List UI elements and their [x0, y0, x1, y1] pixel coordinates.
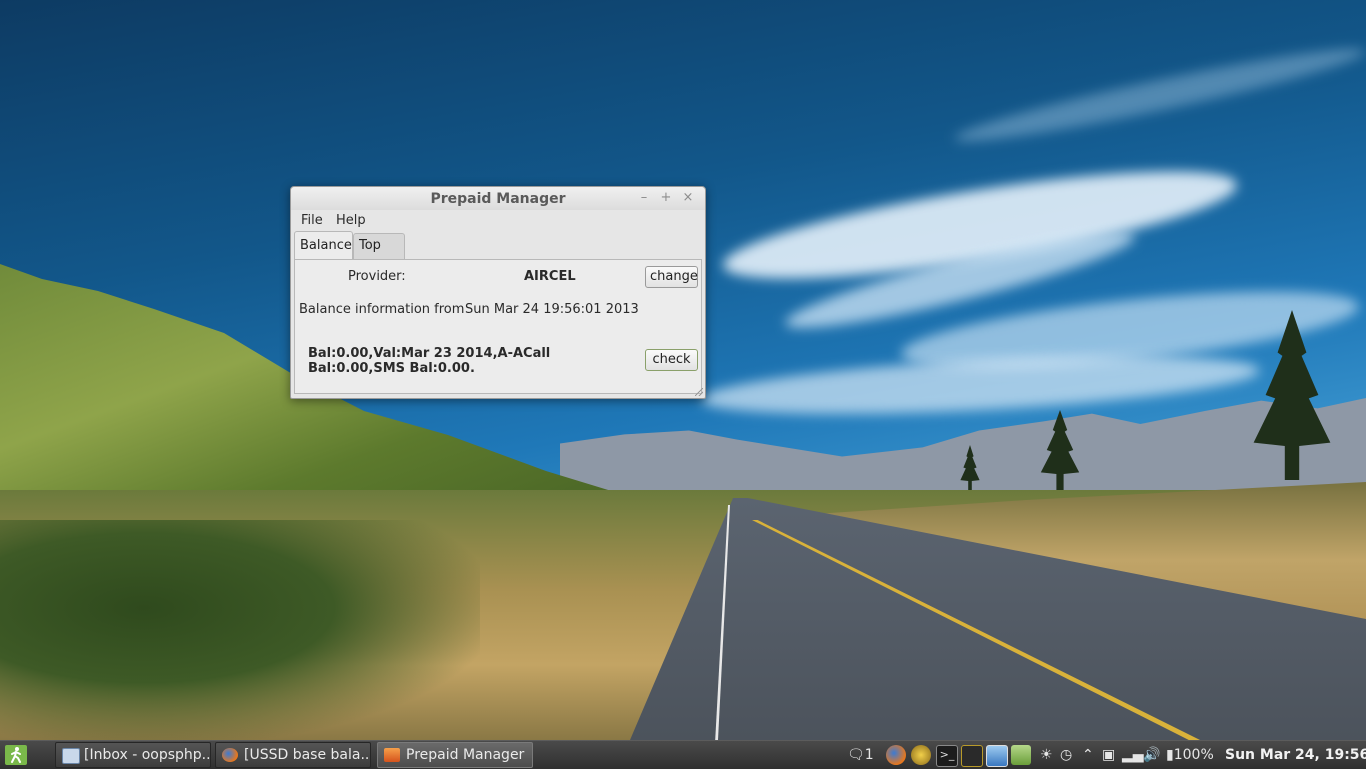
usb-drive-icon[interactable]: ▣: [1102, 745, 1115, 765]
close-button[interactable]: ×: [680, 190, 696, 206]
minimize-button[interactable]: –: [636, 190, 652, 206]
menu-file[interactable]: File: [301, 213, 323, 228]
chat-bubble-icon: 🗨: [847, 747, 865, 763]
taskbar: [Inbox - oopsphp... [USSD base bala... P…: [0, 740, 1366, 769]
terminal-icon[interactable]: >_: [936, 745, 958, 767]
screenshot-icon[interactable]: [986, 745, 1008, 767]
battery-percentage: 100%: [1173, 747, 1214, 763]
tab-top-up[interactable]: Top up: [353, 233, 405, 277]
brightness-icon[interactable]: ☀: [1040, 745, 1053, 765]
clock-icon[interactable]: ◷: [1060, 745, 1072, 765]
battery-icon: ▮: [1166, 747, 1174, 763]
provider-label: Provider:: [348, 269, 406, 284]
folder-icon[interactable]: [1011, 745, 1031, 765]
window-titlebar[interactable]: Prepaid Manager – + ×: [291, 187, 705, 210]
balance-panel: Provider: AIRCEL change Balance informat…: [294, 259, 702, 394]
run-icon: [5, 745, 27, 765]
check-balance-button[interactable]: check: [645, 349, 698, 371]
balance-info-timestamp: Sun Mar 24 19:56:01 2013: [465, 302, 639, 317]
menu-button[interactable]: [4, 744, 30, 766]
signal-strength-icon[interactable]: ▂▄: [1122, 745, 1144, 765]
firefox-icon[interactable]: [886, 745, 906, 765]
battery-indicator[interactable]: ▮100%: [1166, 745, 1214, 765]
task-label: [Inbox - oopsphp...: [84, 747, 211, 763]
message-indicator[interactable]: 🗨1: [847, 745, 874, 765]
menu-bar: File Help: [291, 210, 705, 232]
taskbar-item-ussd[interactable]: [USSD base bala...: [215, 742, 371, 768]
pidgin-icon[interactable]: [911, 745, 931, 765]
provider-value: AIRCEL: [524, 269, 576, 284]
mail-client-icon: [62, 748, 80, 764]
resize-grip[interactable]: [695, 388, 703, 396]
taskbar-item-prepaid-manager[interactable]: Prepaid Manager: [377, 742, 533, 768]
menu-help[interactable]: Help: [336, 213, 366, 228]
maximize-button[interactable]: +: [658, 190, 674, 206]
change-provider-button[interactable]: change: [645, 266, 698, 288]
task-label: Prepaid Manager: [406, 747, 525, 763]
firefox-icon: [222, 748, 238, 762]
tab-bar: Balance Top up: [294, 231, 702, 277]
prepaid-manager-window: Prepaid Manager – + × File Help Balance …: [290, 186, 706, 399]
tab-balance[interactable]: Balance: [294, 231, 353, 260]
chevron-up-icon[interactable]: ⌃: [1082, 745, 1094, 765]
balance-info-label: Balance information from: [299, 302, 465, 317]
message-count: 1: [864, 747, 874, 763]
cloud: [951, 36, 1366, 154]
prepaid-manager-icon: [384, 748, 400, 762]
shrubs: [0, 520, 480, 740]
taskbar-item-inbox[interactable]: [Inbox - oopsphp...: [55, 742, 211, 768]
task-label: [USSD base bala...: [244, 747, 371, 763]
system-monitor-icon[interactable]: [961, 745, 983, 767]
balance-result-text: Bal:0.00,Val:Mar 23 2014,A-ACall Bal:0.0…: [308, 346, 551, 376]
taskbar-clock[interactable]: Sun Mar 24, 19:56: [1225, 745, 1366, 765]
volume-icon[interactable]: 🔊: [1143, 745, 1160, 765]
